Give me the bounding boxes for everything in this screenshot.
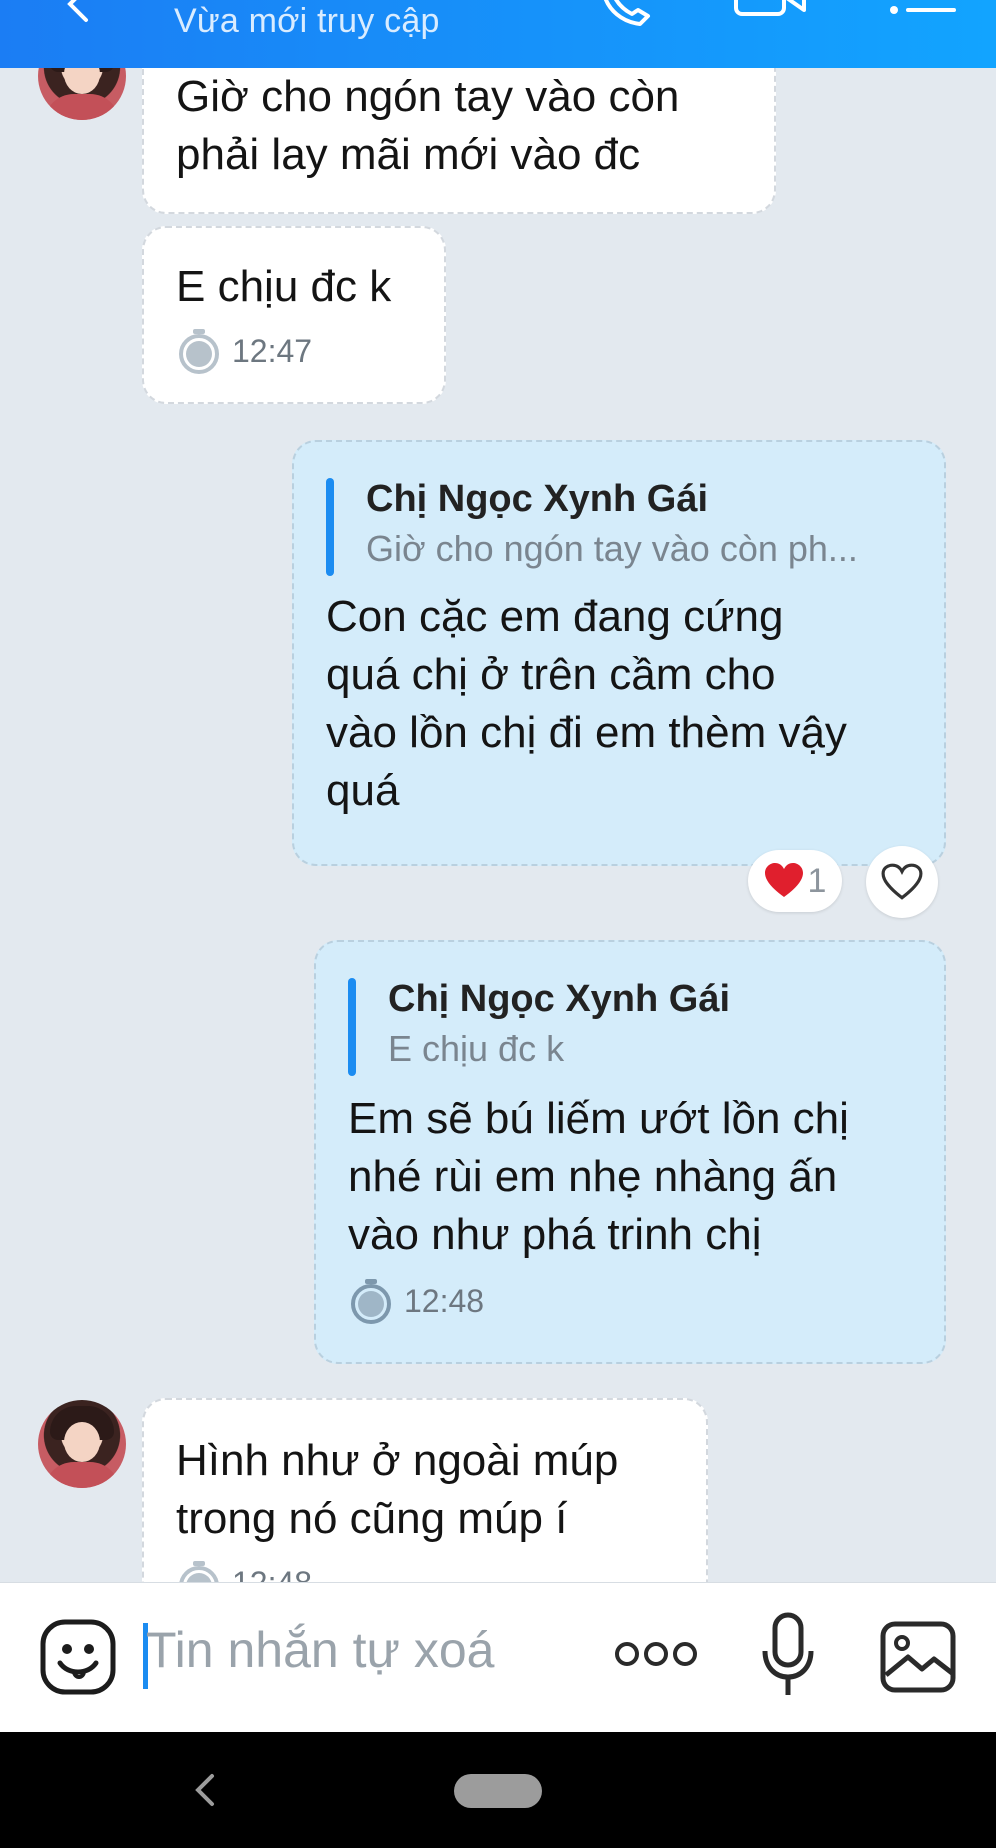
message-composer: Tin nhắn tự xoá xyxy=(0,1582,996,1732)
timer-icon xyxy=(179,329,219,374)
menu-icon[interactable] xyxy=(888,0,958,24)
message-timestamp: 12:48 xyxy=(404,1282,485,1319)
message-time: 12:47 xyxy=(176,328,444,374)
heart-reaction-icon xyxy=(764,863,803,897)
message-text: Em sẽ bú liếm ướt lồn chị nhé rùi em nhẹ… xyxy=(348,1094,849,1259)
video-call-icon[interactable] xyxy=(732,0,812,24)
contact-status: Vừa mới truy cập xyxy=(174,2,440,40)
incoming-message-bubble[interactable]: E chịu đc k 12:47 xyxy=(142,226,446,404)
quoted-reply[interactable]: Chị Ngọc Xynh Gái Giờ cho ngón tay vào c… xyxy=(326,474,944,576)
back-arrow-icon[interactable] xyxy=(60,0,100,26)
quote-author: Chị Ngọc Xynh Gái xyxy=(366,478,709,520)
system-navigation-bar xyxy=(0,1732,996,1848)
chat-header: Vừa mới truy cập xyxy=(0,0,996,68)
message-text: Giờ cho ngón tay vào còn phải lay mãi mớ… xyxy=(176,72,680,179)
react-button[interactable] xyxy=(866,846,938,918)
message-text: Hình như ở ngoài múp trong nó cũng múp í xyxy=(176,1436,619,1543)
message-input[interactable]: Tin nhắn tự xoá xyxy=(146,1621,495,1679)
quoted-reply[interactable]: Chị Ngọc Xynh Gái E chịu đc k xyxy=(348,974,944,1076)
outgoing-message-bubble[interactable]: Chị Ngọc Xynh Gái Giờ cho ngón tay vào c… xyxy=(292,440,946,866)
quote-author: Chị Ngọc Xynh Gái xyxy=(388,978,731,1020)
image-icon[interactable] xyxy=(880,1621,956,1693)
more-icon[interactable] xyxy=(614,1639,698,1669)
quote-text: Giờ cho ngón tay vào còn ph... xyxy=(366,528,858,569)
quote-bar xyxy=(326,478,334,576)
microphone-icon[interactable] xyxy=(760,1611,816,1701)
message-time: 12:48 xyxy=(348,1278,944,1324)
timer-icon xyxy=(351,1279,391,1324)
emoji-icon[interactable] xyxy=(40,1619,116,1695)
message-text: E chịu đc k xyxy=(176,262,392,311)
message-timestamp: 12:47 xyxy=(232,332,313,369)
contact-avatar[interactable] xyxy=(38,1400,126,1488)
system-back-icon[interactable] xyxy=(190,1772,220,1808)
quote-text: E chịu đc k xyxy=(388,1028,565,1069)
quote-bar xyxy=(348,978,356,1076)
message-text: Con cặc em đang cứng quá chị ở trên cầm … xyxy=(326,592,847,815)
home-pill[interactable] xyxy=(454,1774,542,1808)
phone-icon[interactable] xyxy=(600,0,656,26)
heart-outline-icon xyxy=(881,863,923,900)
reaction-summary[interactable]: 1 xyxy=(748,850,842,912)
reaction-count: 1 xyxy=(807,861,827,900)
outgoing-message-bubble[interactable]: Chị Ngọc Xynh Gái E chịu đc k Em sẽ bú l… xyxy=(314,940,946,1364)
